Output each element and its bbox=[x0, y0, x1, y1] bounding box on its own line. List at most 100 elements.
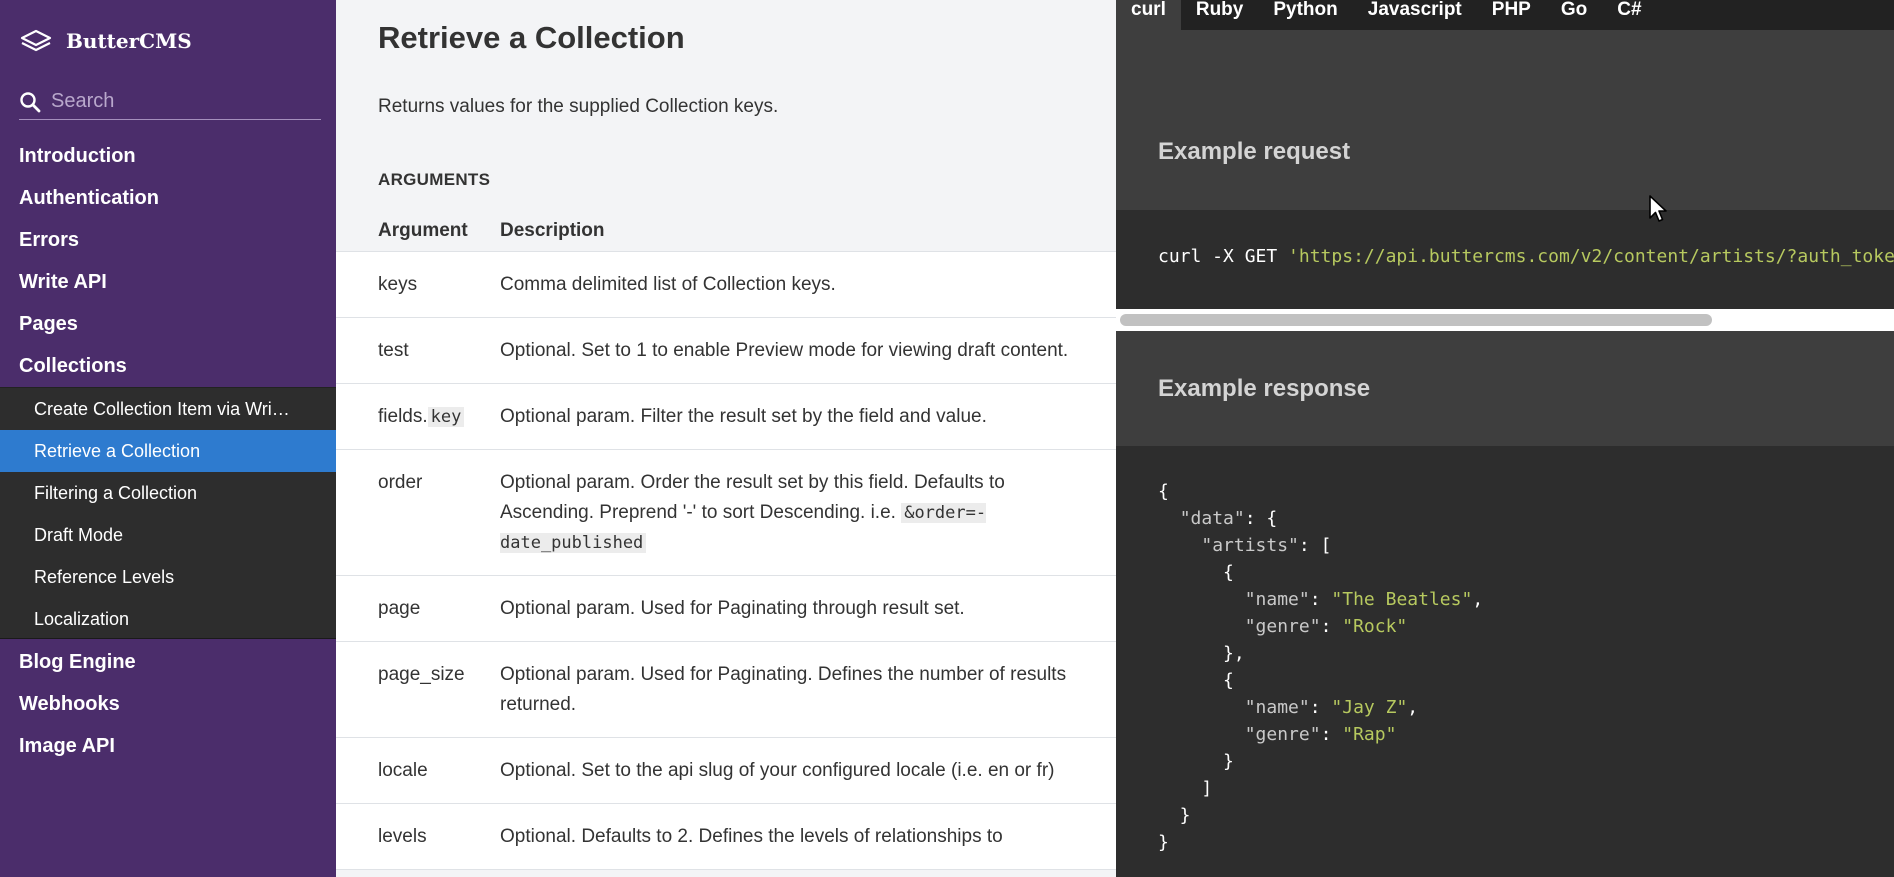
description-text: Optional param. Used for Paginating. Def… bbox=[500, 663, 1067, 715]
json-key: "data" bbox=[1179, 508, 1245, 529]
scrollbar-thumb[interactable] bbox=[1120, 314, 1712, 326]
argument-cell: page bbox=[336, 575, 500, 642]
tab-csharp[interactable]: C# bbox=[1602, 0, 1656, 30]
sidebar-item-introduction[interactable]: Introduction bbox=[0, 135, 336, 177]
argument-cell: test bbox=[336, 317, 500, 384]
tab-javascript[interactable]: Javascript bbox=[1353, 0, 1477, 30]
json-key: "artists" bbox=[1201, 535, 1299, 556]
sidebar: ButterCMS IntroductionAuthenticationErro… bbox=[0, 0, 336, 877]
json-punct: : { bbox=[1244, 508, 1278, 529]
code-line: { bbox=[1158, 559, 1894, 586]
argument-cell: fields. key bbox=[336, 383, 500, 450]
buttercms-logo-icon bbox=[20, 29, 52, 52]
json-punct: } bbox=[1158, 751, 1234, 772]
sidebar-item-write-api[interactable]: Write API bbox=[0, 261, 336, 303]
code-line: "data": { bbox=[1158, 505, 1894, 532]
subnav-item-draft-mode[interactable]: Draft Mode bbox=[0, 514, 336, 556]
subnav-item-reference-levels[interactable]: Reference Levels bbox=[0, 556, 336, 598]
code-panel: curl Ruby Python Javascript PHP Go C# Example … bbox=[1116, 0, 1894, 877]
json-string: "Jay Z" bbox=[1331, 697, 1408, 718]
json-punct: : bbox=[1309, 589, 1332, 610]
code-line: { bbox=[1158, 667, 1894, 694]
table-row: page Optional param. Used for Paginating … bbox=[336, 575, 1116, 642]
description-text: Optional. Set to the api slug of your co… bbox=[500, 759, 1055, 781]
tab-python[interactable]: Python bbox=[1258, 0, 1352, 30]
table-row: levels Optional. Defaults to 2. Defines t… bbox=[336, 803, 1116, 870]
horizontal-scrollbar[interactable] bbox=[1116, 309, 1894, 331]
code-line: } bbox=[1158, 748, 1894, 775]
sidebar-item-errors[interactable]: Errors bbox=[0, 219, 336, 261]
sidebar-item-webhooks[interactable]: Webhooks bbox=[0, 683, 336, 725]
json-punct: ] bbox=[1158, 778, 1213, 799]
argument-cell: levels bbox=[336, 803, 500, 870]
json-punct: : bbox=[1320, 616, 1343, 637]
code-line: ] bbox=[1158, 775, 1894, 802]
main-content: Retrieve a Collection Returns values for… bbox=[336, 0, 1116, 877]
mouse-pointer-icon bbox=[1649, 195, 1667, 222]
code-line: "genre": "Rock" bbox=[1158, 613, 1894, 640]
tab-ruby[interactable]: Ruby bbox=[1181, 0, 1259, 30]
description-cell: Optional param. Filter the result set by… bbox=[500, 383, 1116, 450]
arguments-table: Argument Description keys Comma delimited… bbox=[336, 210, 1116, 870]
subnav-item-retrieve-a-collection[interactable]: Retrieve a Collection bbox=[0, 430, 336, 472]
code-line: { bbox=[1158, 478, 1894, 505]
subnav-item-localization[interactable]: Localization bbox=[0, 598, 336, 640]
brand[interactable]: ButterCMS bbox=[19, 26, 192, 56]
json-punct bbox=[1158, 589, 1245, 610]
description-cell: Comma delimited list of Collection keys. bbox=[500, 251, 1116, 318]
sidebar-item-pages[interactable]: Pages bbox=[0, 303, 336, 345]
page-title: Retrieve a Collection bbox=[378, 20, 685, 55]
example-request-heading: Example request bbox=[1116, 30, 1894, 210]
description-column-header: Description bbox=[500, 210, 1116, 252]
sidebar-item-authentication[interactable]: Authentication bbox=[0, 177, 336, 219]
argument-name: page_size bbox=[378, 663, 465, 685]
tab-curl[interactable]: curl bbox=[1116, 0, 1181, 30]
argument-name: page bbox=[378, 597, 421, 619]
argument-name: fields. bbox=[378, 405, 428, 427]
description-text: Optional param. Filter the result set by… bbox=[500, 405, 987, 427]
sidebar-item-blog-engine[interactable]: Blog Engine bbox=[0, 641, 336, 683]
example-response-heading: Example response bbox=[1116, 331, 1894, 446]
json-punct: : bbox=[1320, 724, 1343, 745]
sidebar-item-image-api[interactable]: Image API bbox=[0, 725, 336, 767]
subnav-item-create-collection-item-via-wri[interactable]: Create Collection Item via Wri… bbox=[0, 388, 336, 430]
argument-cell: keys bbox=[336, 251, 500, 318]
description-text: Optional. Set to 1 to enable Preview mod… bbox=[500, 339, 1069, 361]
argument-code: key bbox=[427, 406, 465, 427]
code-line: } bbox=[1158, 802, 1894, 829]
json-punct bbox=[1158, 724, 1245, 745]
argument-name: test bbox=[378, 339, 409, 361]
code-line: } bbox=[1158, 829, 1894, 856]
json-punct: { bbox=[1158, 670, 1234, 691]
json-punct: { bbox=[1158, 481, 1169, 502]
request-code-block[interactable]: curl -X GET 'https://api.buttercms.com/v… bbox=[1116, 210, 1894, 309]
argument-cell: page_size bbox=[336, 641, 500, 738]
subnav-item-filtering-a-collection[interactable]: Filtering a Collection bbox=[0, 472, 336, 514]
argument-name: order bbox=[378, 471, 423, 493]
json-punct bbox=[1158, 535, 1201, 556]
argument-name: locale bbox=[378, 759, 428, 781]
table-row: fields. key Optional param. Filter the res… bbox=[336, 383, 1116, 450]
request-command: curl -X GET bbox=[1158, 246, 1289, 267]
sidebar-item-collections[interactable]: Collections bbox=[0, 345, 336, 387]
request-url: 'https://api.buttercms.com/v2/content/ar… bbox=[1288, 246, 1894, 267]
response-code-block[interactable]: { "data": { "artists": [ { "name": "The … bbox=[1116, 446, 1894, 877]
description-cell: Optional param. Used for Paginating thro… bbox=[500, 575, 1116, 642]
table-row: test Optional. Set to 1 to enable Preview… bbox=[336, 317, 1116, 384]
description-cell: Optional. Set to 1 to enable Preview mod… bbox=[500, 317, 1116, 384]
tab-php[interactable]: PHP bbox=[1477, 0, 1546, 30]
search-input[interactable] bbox=[51, 90, 321, 113]
search-box bbox=[19, 84, 321, 120]
table-row: keys Comma delimited list of Collection k… bbox=[336, 251, 1116, 318]
json-key: "name" bbox=[1244, 589, 1310, 610]
nav-top: Introduction Authentication Errors Write AP… bbox=[0, 135, 336, 387]
tab-go[interactable]: Go bbox=[1546, 0, 1602, 30]
argument-cell: locale bbox=[336, 737, 500, 804]
argument-name: keys bbox=[378, 273, 418, 295]
json-string: "Rock" bbox=[1342, 616, 1408, 637]
code-line: "artists": [ bbox=[1158, 532, 1894, 559]
table-row: page_size Optional param. Used for Pagina… bbox=[336, 641, 1116, 738]
json-string: "The Beatles" bbox=[1331, 589, 1473, 610]
language-tabs: curl Ruby Python Javascript PHP Go C# bbox=[1116, 0, 1894, 30]
json-punct bbox=[1158, 697, 1245, 718]
